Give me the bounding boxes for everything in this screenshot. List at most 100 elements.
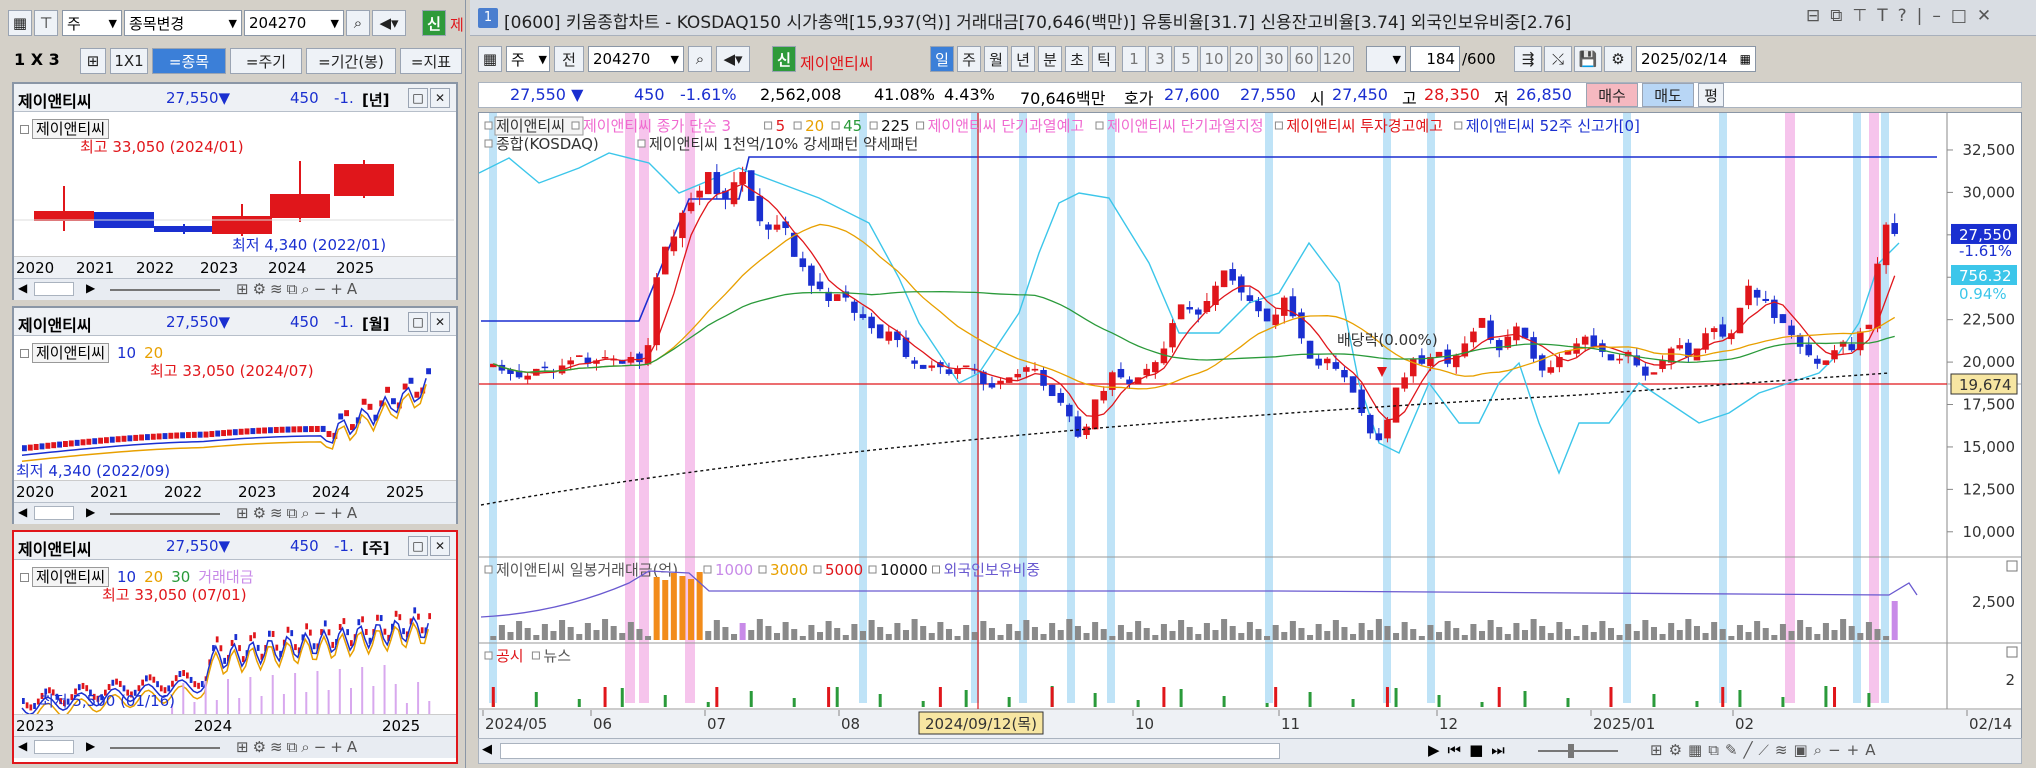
close-icon[interactable]: ✕ [430, 312, 450, 332]
left-stock-change[interactable]: 종목변경 ▼ [124, 10, 242, 36]
legend-checkbox[interactable] [1095, 121, 1104, 130]
zoom-slider-handle[interactable] [1568, 744, 1574, 758]
period-button-5[interactable]: 초 [1065, 46, 1089, 72]
fib-icon[interactable]: ≋ [1775, 741, 1794, 759]
sell-button[interactable]: 매도 [1642, 83, 1694, 107]
stop-icon[interactable]: ■ [1469, 741, 1491, 759]
scroll-left-arrow[interactable]: ◀ [18, 739, 27, 753]
zoom-slider[interactable] [110, 289, 220, 291]
zoom-slider[interactable] [110, 747, 220, 749]
period-button-6[interactable]: 틱 [1092, 46, 1116, 72]
scroll-thumb[interactable] [34, 740, 74, 754]
interval-button-6[interactable]: 60 [1290, 46, 1318, 72]
zoom-icon[interactable]: ⌕ [1814, 741, 1828, 759]
tab-stock[interactable]: =종목 [152, 48, 226, 74]
legend-checkbox[interactable] [831, 121, 840, 130]
mini-scrollbar[interactable]: ◀ ▶ ⊞⚙≋⧉⌕−+A [14, 736, 456, 758]
pane-maximize-icon[interactable] [2006, 560, 2018, 572]
mini-chart-2[interactable]: 제이앤티씨 27,550▼ 450 -1. [주] □ ✕ 제이앤티씨 10 20 30 거래대금 최고… [12, 530, 458, 764]
legend-checkbox[interactable] [764, 121, 773, 130]
legend-checkbox[interactable] [637, 139, 646, 148]
scroll-right-arrow[interactable]: ▶ [86, 739, 95, 753]
scroll-left-arrow[interactable]: ◀ [18, 505, 27, 519]
left-code-input[interactable]: 204270 ▼ [244, 10, 344, 36]
layout-1-3[interactable]: 1 X 3 [14, 50, 60, 69]
period-button-3[interactable]: 년 [1011, 46, 1035, 72]
scroll-thumb[interactable] [34, 506, 74, 520]
legend-checkbox[interactable] [484, 139, 493, 148]
scroll-thumb[interactable] [500, 743, 1280, 759]
calendar-icon[interactable]: ▦ [1740, 52, 1751, 66]
search-icon[interactable]: ⌕ [688, 46, 712, 72]
tab-indicator[interactable]: =지표 [400, 48, 462, 74]
period-button-4[interactable]: 분 [1038, 46, 1062, 72]
legend-checkbox[interactable] [484, 565, 493, 574]
speaker-icon[interactable]: ◀▾ [372, 10, 406, 36]
grid-layout-icon[interactable]: ⊞ [80, 48, 106, 74]
legend-checkbox[interactable] [484, 651, 493, 660]
close-icon[interactable]: ✕ [430, 536, 450, 556]
minus-icon[interactable]: − [1828, 741, 1847, 759]
legend-checkbox[interactable] [1274, 121, 1283, 130]
period-button-2[interactable]: 월 [984, 46, 1008, 72]
line-icon[interactable]: ╱ [1744, 741, 1759, 759]
playback-controls[interactable]: ▶⏮■⏭ [1428, 741, 1513, 759]
legend-checkbox[interactable] [531, 651, 540, 660]
interval-button-4[interactable]: 20 [1230, 46, 1258, 72]
legend-checkbox[interactable] [758, 565, 767, 574]
interval-button-1[interactable]: 3 [1148, 46, 1172, 72]
interval-button-3[interactable]: 10 [1200, 46, 1228, 72]
maximize-icon[interactable]: □ [408, 536, 428, 556]
legend-checkbox[interactable] [571, 121, 580, 130]
pane-maximize-icon[interactable] [2006, 646, 2018, 658]
text-icon[interactable]: A [1865, 741, 1881, 759]
interval-button-7[interactable]: 120 [1320, 46, 1354, 72]
legend-checkbox[interactable] [813, 565, 822, 574]
font-icon[interactable]: T [1877, 6, 1897, 26]
trend-icon[interactable]: ⟋ [1759, 741, 1775, 759]
save-icon[interactable]: 💾 [1574, 46, 1602, 72]
grid-icon[interactable]: ▦ [8, 10, 32, 36]
mini-chart-1[interactable]: 제이앤티씨 27,550▼ 450 -1. [월] □ ✕ 제이앤티씨 10 20 최고 33,05… [12, 306, 458, 524]
stock-code-input[interactable]: 204270 ▼ [588, 46, 684, 72]
maximize-icon[interactable]: □ [408, 88, 428, 108]
image-icon[interactable]: ▣ [1793, 741, 1813, 759]
help-icon[interactable]: ? [1898, 6, 1917, 26]
maximize-icon[interactable]: □ [408, 312, 428, 332]
grid-icon[interactable]: ▦ [1688, 741, 1708, 759]
mini-scrollbar[interactable]: ◀ ▶ ⊞⚙≋⧉⌕−+A [14, 502, 456, 524]
forward-icon[interactable]: ⏭ [1491, 741, 1513, 759]
maximize-icon[interactable]: □ [1951, 6, 1977, 26]
settings-icon[interactable]: ⚙ [1669, 741, 1688, 759]
trend-icon[interactable]: ⤯ [1544, 46, 1572, 72]
legend-checkbox[interactable] [868, 565, 877, 574]
interval-button-2[interactable]: 5 [1174, 46, 1198, 72]
zoom-slider[interactable] [1538, 750, 1618, 752]
legend-checkbox[interactable] [793, 121, 802, 130]
close-icon[interactable]: ✕ [430, 88, 450, 108]
grid-icon[interactable]: ▦ [478, 46, 502, 72]
main-chart[interactable]: 32,50030,00027,50025,00022,50020,00017,5… [479, 113, 2021, 739]
pin-icon[interactable]: ⊤ [34, 10, 58, 36]
scroll-right-arrow[interactable]: ▶ [86, 281, 95, 295]
rewind-icon[interactable]: ⏮ [1448, 741, 1470, 759]
copy-icon[interactable]: ⧉ [1708, 741, 1725, 759]
link-icon[interactable]: ⊟ [1806, 6, 1830, 26]
zoom-slider[interactable] [110, 513, 220, 515]
interval-button-0[interactable]: 1 [1122, 46, 1146, 72]
legend-checkbox[interactable] [484, 121, 493, 130]
date-input[interactable]: 2025/02/14 ▦ [1636, 46, 1756, 72]
layout-icon[interactable]: ⊞ [1650, 741, 1669, 759]
draw-icon[interactable]: ✎ [1725, 741, 1744, 759]
speaker-icon[interactable]: ◀▾ [716, 46, 750, 72]
search-icon[interactable]: ⌕ [346, 10, 370, 36]
count-input[interactable]: 184 [1410, 46, 1460, 72]
left-new-badge[interactable]: 신 [422, 10, 446, 36]
period-button-1[interactable]: 주 [957, 46, 981, 72]
tab-range[interactable]: =기간(봉) [306, 48, 396, 74]
prev-button[interactable]: 전 [554, 46, 584, 72]
left-market-select[interactable]: 주 ▼ [62, 10, 122, 36]
period-button-0[interactable]: 일 [930, 46, 954, 72]
settings-icon[interactable]: ⚙ [1604, 46, 1632, 72]
mini-scrollbar[interactable]: ◀ ▶ ⊞⚙≋⧉⌕−+A [14, 278, 456, 300]
